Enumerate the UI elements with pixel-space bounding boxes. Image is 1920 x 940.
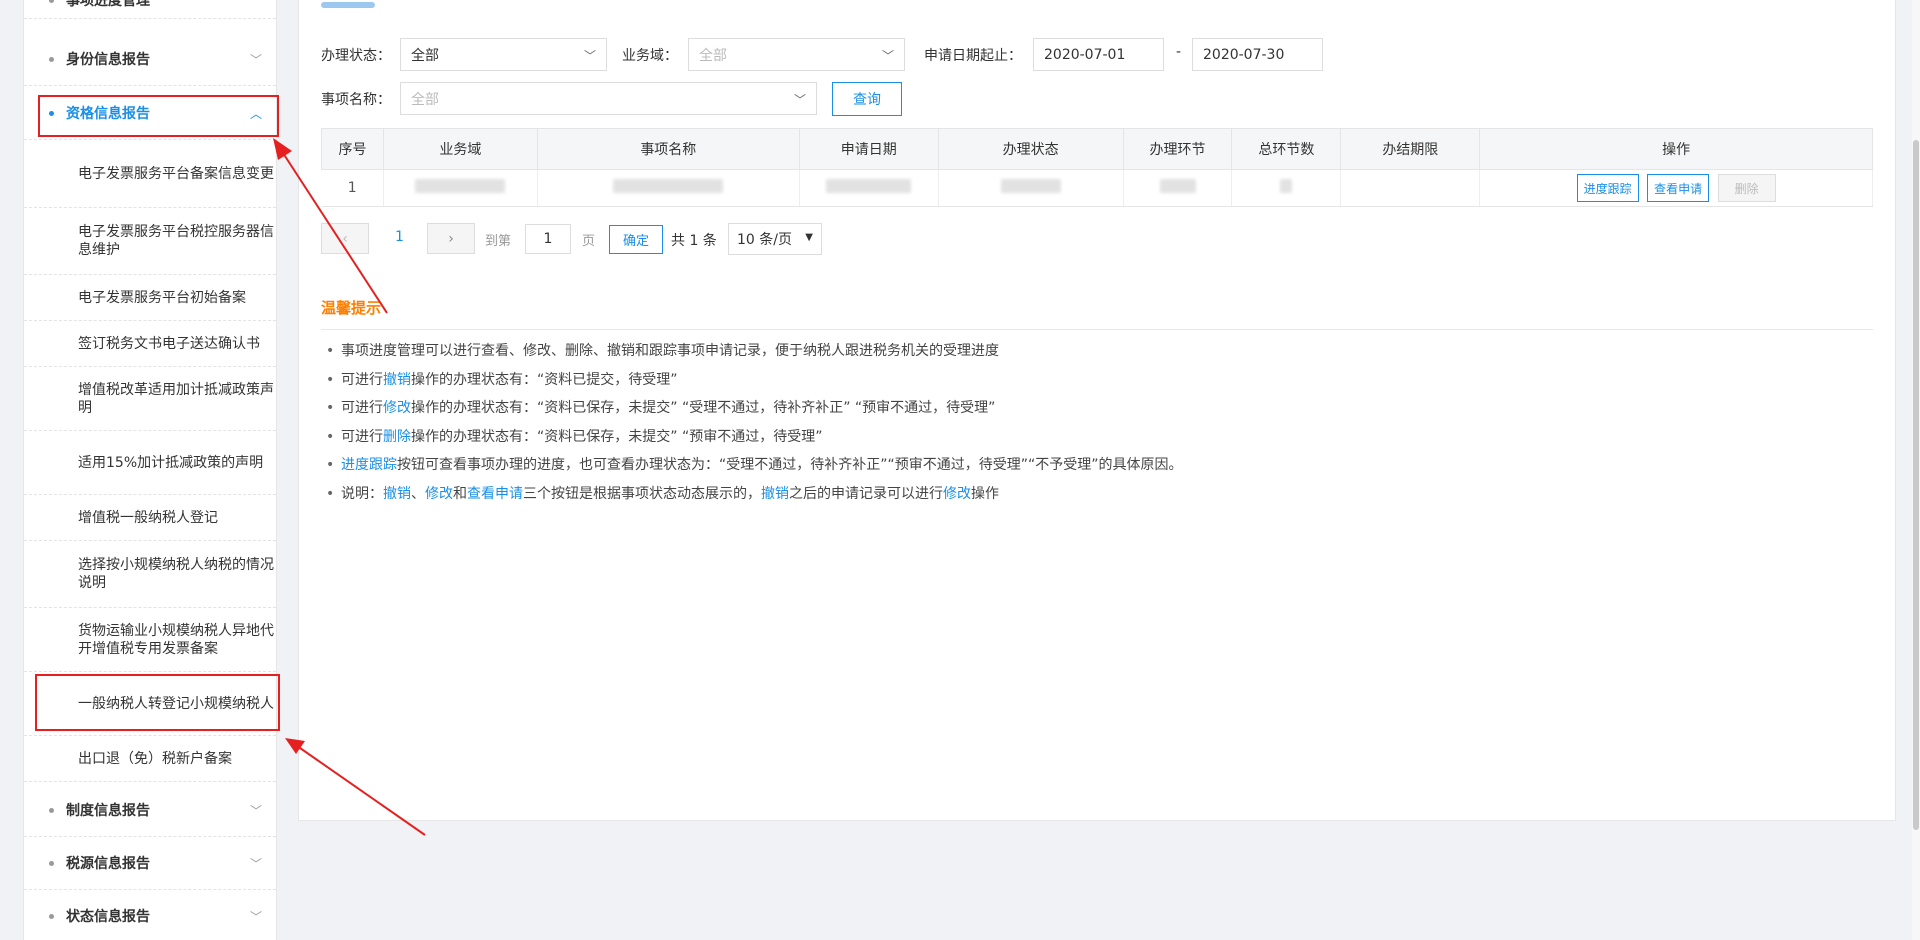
scrollbar[interactable] — [1912, 0, 1920, 940]
arrow-shaft — [282, 152, 388, 314]
arrow-head — [273, 138, 292, 160]
annotation-arrow — [273, 138, 388, 314]
annotation-arrow — [285, 738, 426, 836]
scrollbar-thumb[interactable] — [1913, 140, 1919, 830]
arrow-head — [285, 738, 305, 754]
arrow-shaft — [299, 747, 426, 836]
annotation-arrows — [273, 138, 426, 836]
